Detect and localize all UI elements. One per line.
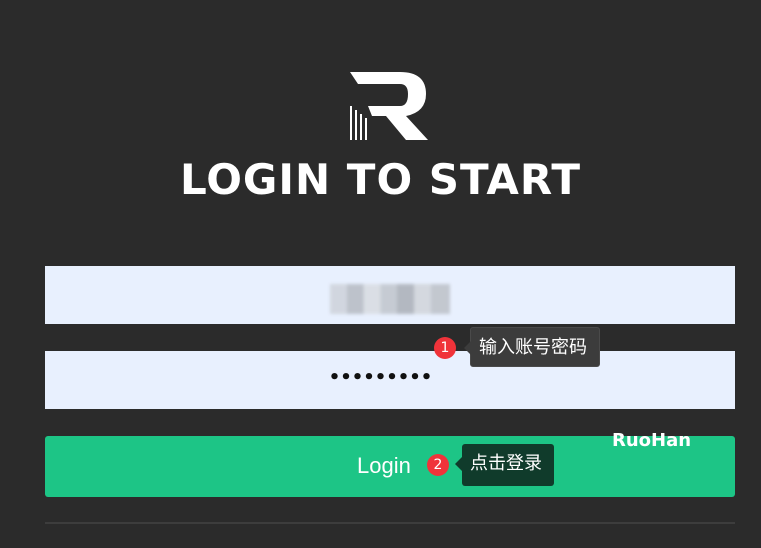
step-badge-1: 1	[434, 337, 456, 359]
login-page: LOGIN TO START ••••••••• 1 输入账号密码 Login …	[0, 0, 761, 548]
divider	[45, 522, 735, 524]
page-title: LOGIN TO START	[179, 155, 582, 204]
password-value: •••••••••	[328, 367, 433, 388]
tooltip-click-login: 点击登录	[455, 444, 554, 486]
r-logo-icon	[350, 72, 428, 140]
step-badge-2: 2	[427, 454, 449, 476]
blurred-username-value	[330, 284, 450, 314]
login-button-label: Login	[357, 453, 411, 478]
tooltip-enter-credentials: 输入账号密码	[464, 327, 600, 367]
watermark-text: RuoHan	[612, 430, 692, 451]
